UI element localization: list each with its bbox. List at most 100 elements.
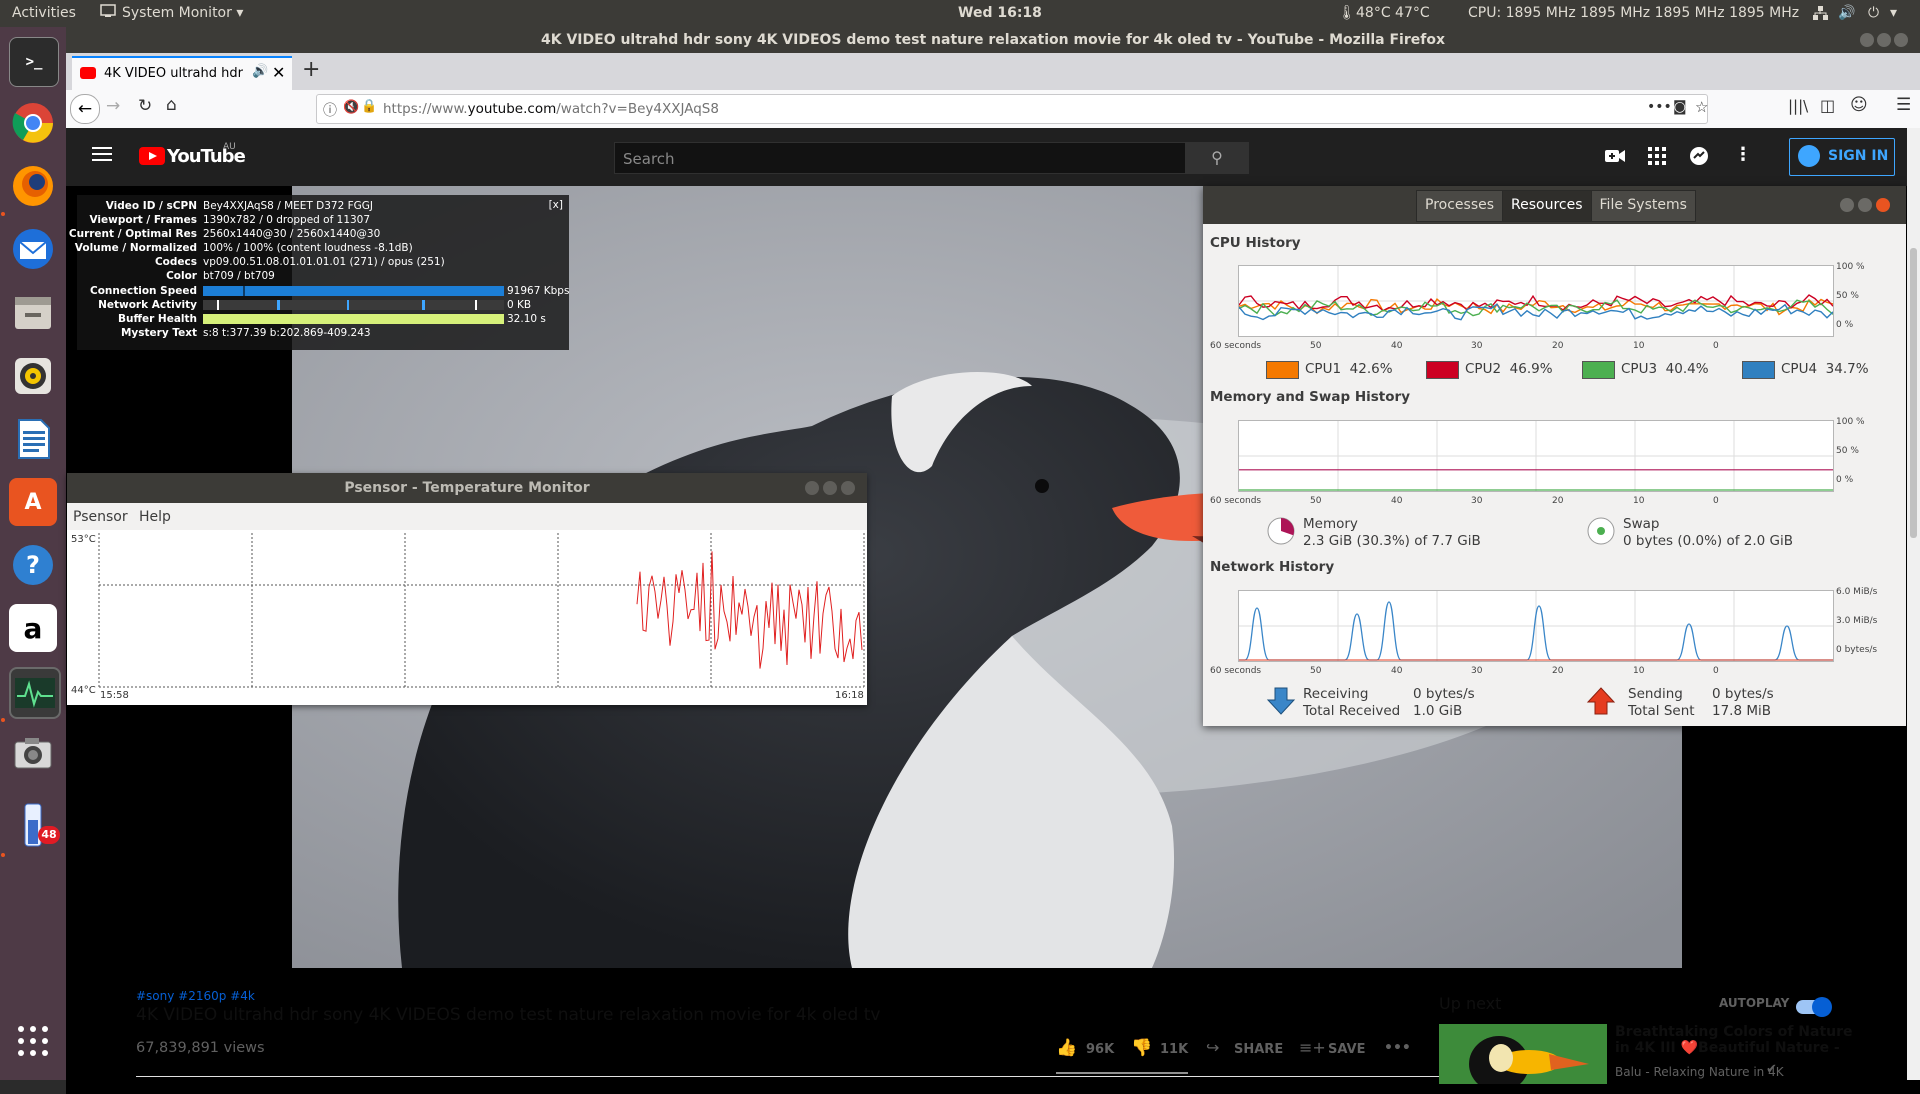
ubuntu-software-icon[interactable]: A (9, 478, 57, 526)
search-button[interactable]: ⚲ (1185, 142, 1249, 174)
browser-tab[interactable]: 4K VIDEO ultrahd hdr 🔊 ✕ (72, 56, 292, 92)
info-icon[interactable]: ⓘ (323, 100, 337, 120)
youtube-logo-icon[interactable] (139, 147, 165, 169)
minimize-icon[interactable] (1840, 198, 1854, 212)
dislike-icon[interactable]: 👎 (1131, 1038, 1152, 1058)
create-video-icon[interactable] (1605, 148, 1625, 168)
menu-psensor[interactable]: Psensor (73, 509, 128, 525)
chrome-icon[interactable] (9, 99, 57, 147)
close-icon[interactable] (841, 481, 855, 495)
page-actions-icon[interactable]: ••• (1647, 99, 1672, 115)
close-tab-icon[interactable]: ✕ (272, 63, 285, 82)
view-switcher: Processes Resources File Systems (1416, 190, 1696, 222)
power-icon[interactable]: ⏻ (1868, 5, 1879, 21)
library-icon[interactable]: |||\ (1788, 97, 1808, 115)
cpu1-legend: CPU1 42.6% (1305, 361, 1393, 377)
sign-in-button[interactable]: SIGN IN (1789, 138, 1895, 176)
share-icon[interactable]: ↪ (1206, 1038, 1219, 1057)
temperature-indicator[interactable]: 48°C 47°C (1356, 5, 1430, 21)
settings-kebab-icon[interactable]: ⋮ (1734, 144, 1752, 165)
home-icon[interactable]: ⌂ (166, 95, 177, 115)
stats-for-nerds-panel: [x] Video ID / sCPN Bey4XXJAqS8 / MEET D3… (69, 195, 569, 350)
clock[interactable]: Wed 16:18 (958, 5, 1042, 21)
network-icon[interactable] (1812, 5, 1828, 25)
activities-button[interactable]: Activities (12, 5, 76, 21)
back-icon[interactable]: ← (70, 94, 100, 124)
cpu1-color-swatch[interactable] (1266, 361, 1299, 379)
sending-arrow-icon[interactable] (1586, 686, 1616, 720)
account-icon[interactable]: ☺ (1850, 95, 1868, 115)
hamburger-menu-icon[interactable]: ☰ (1896, 95, 1911, 115)
hashtags[interactable]: #sony #2160p #4k (136, 989, 255, 1003)
help-icon[interactable]: ? (9, 541, 57, 589)
pocket-icon[interactable]: ◙ (1673, 99, 1687, 115)
save-to-playlist-icon[interactable]: ≡+ (1299, 1038, 1326, 1057)
lock-icon[interactable]: 🔒 (361, 99, 377, 114)
forward-icon[interactable]: → (106, 96, 120, 116)
close-icon[interactable] (1894, 33, 1908, 47)
like-icon[interactable]: 👍 (1056, 1038, 1077, 1058)
firefox-icon[interactable] (9, 162, 57, 210)
stats-row: Volume / Normalized 100% / 100% (content … (75, 242, 569, 256)
total-received-label: Total Received (1303, 703, 1401, 719)
search-input[interactable]: Search (614, 142, 1186, 174)
volume-icon[interactable]: 🔊 (1838, 5, 1855, 21)
up-next-heading: Up next (1439, 994, 1502, 1013)
close-icon[interactable] (1876, 198, 1890, 212)
bookmark-star-icon[interactable]: ☆ (1695, 98, 1708, 116)
sidebar-icon[interactable]: ◫ (1820, 96, 1835, 115)
tab-file-systems[interactable]: File Systems (1591, 191, 1695, 221)
share-button[interactable]: SHARE (1234, 1042, 1283, 1057)
tab-resources[interactable]: Resources (1503, 191, 1592, 221)
maximize-icon[interactable] (1858, 198, 1872, 212)
maximize-icon[interactable] (1877, 33, 1891, 47)
messages-icon[interactable] (1689, 146, 1709, 170)
new-tab-icon[interactable]: + (302, 57, 320, 82)
terminal-icon[interactable]: >_ (9, 37, 59, 87)
chevron-down-icon[interactable]: ▾ (1890, 5, 1897, 21)
cpu3-color-swatch[interactable] (1582, 361, 1615, 379)
file-manager-icon[interactable] (9, 289, 57, 337)
scrollbar-thumb[interactable] (1910, 248, 1917, 538)
guide-menu-icon[interactable] (92, 146, 112, 166)
show-applications-icon[interactable] (9, 1017, 57, 1065)
minimize-icon[interactable] (1860, 33, 1874, 47)
receiving-arrow-icon[interactable] (1266, 686, 1296, 720)
cpu-frequency-indicator[interactable]: CPU: 1895 MHz 1895 MHz 1895 MHz 1895 MHz (1468, 5, 1799, 21)
swap-pie-icon[interactable] (1586, 516, 1616, 550)
amazon-icon[interactable]: a (9, 604, 57, 652)
maximize-icon[interactable] (823, 481, 837, 495)
autoplay-toggle[interactable] (1796, 997, 1832, 1017)
memory-pie-icon[interactable] (1266, 516, 1296, 550)
apps-grid-icon[interactable] (1648, 147, 1666, 169)
like-count[interactable]: 96K (1086, 1042, 1114, 1057)
next-video-thumbnail[interactable] (1439, 1024, 1607, 1084)
next-video-channel[interactable]: Balu - Relaxing Nature in 4K (1615, 1065, 1784, 1079)
cpu2-color-swatch[interactable] (1426, 361, 1459, 379)
reload-icon[interactable]: ↻ (138, 96, 152, 116)
stats-key: Network Activity (98, 299, 197, 311)
minimize-icon[interactable] (805, 481, 819, 495)
menu-help[interactable]: Help (139, 509, 171, 525)
save-button[interactable]: SAVE (1328, 1042, 1365, 1057)
next-video-title[interactable]: Breathtaking Colors of Nature in 4K III … (1615, 1024, 1853, 1056)
rhythmbox-icon[interactable] (9, 352, 57, 400)
like-ratio-bar (1056, 1072, 1188, 1074)
url-bar[interactable]: ⓘ 🔇 🔒 https://www.youtube.com/watch?v=Be… (316, 94, 1708, 124)
dislike-count[interactable]: 11K (1160, 1042, 1188, 1057)
audio-playing-icon[interactable]: 🔊 (252, 64, 268, 79)
app-menu[interactable]: System Monitor ▾ (122, 5, 243, 21)
more-actions-icon[interactable]: ••• (1384, 1040, 1411, 1056)
top-panel: Activities System Monitor ▾ Wed 16:18 🌡 … (0, 0, 1920, 27)
autoplay-blocked-icon[interactable]: 🔇 (343, 100, 359, 115)
page-scrollbar[interactable] (1907, 128, 1920, 1080)
stats-value: s:8 t:377.39 b:202.869-409.243 (203, 327, 371, 339)
x-tick-label: 30 (1471, 341, 1483, 351)
system-monitor-icon[interactable] (9, 667, 61, 719)
screenshot-icon[interactable] (9, 730, 57, 778)
libreoffice-writer-icon[interactable] (9, 415, 57, 463)
stats-row: Network Activity 0 KB (77, 299, 569, 313)
cpu4-color-swatch[interactable] (1742, 361, 1775, 379)
tab-processes[interactable]: Processes (1417, 191, 1504, 221)
thunderbird-icon[interactable] (9, 225, 57, 273)
